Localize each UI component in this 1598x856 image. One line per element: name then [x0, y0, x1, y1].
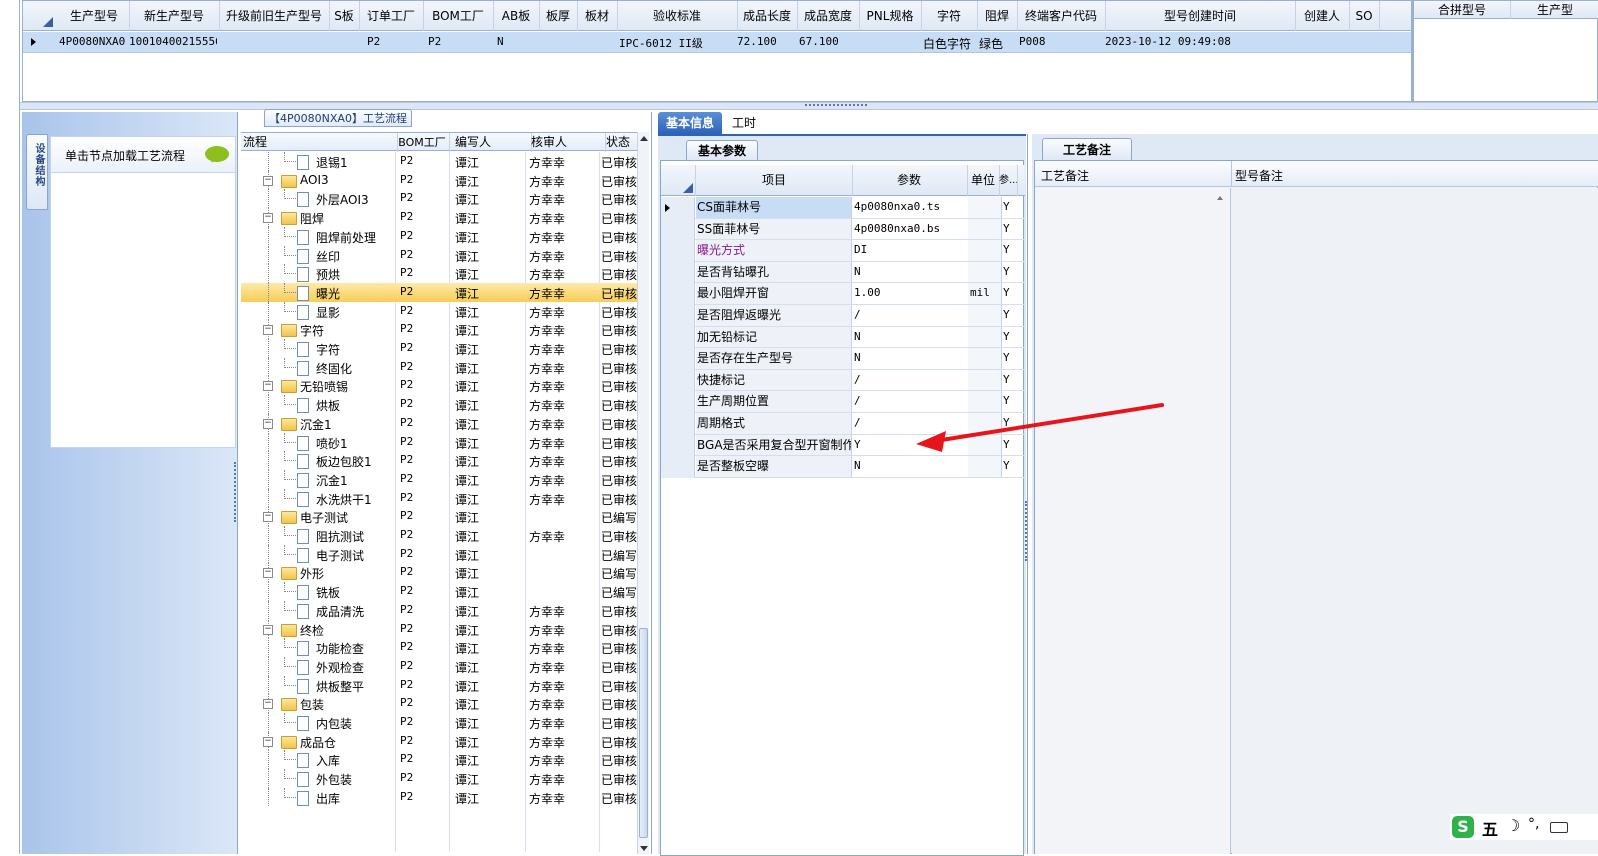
red-arrow-annotation	[916, 403, 1164, 452]
punctuation-icon[interactable]: °,	[1528, 816, 1539, 832]
sogou-logo-icon: S	[1452, 816, 1474, 838]
keyboard-icon[interactable]	[1550, 822, 1568, 833]
ime-toolbar[interactable]: S 五 ☽ °,	[1450, 814, 1598, 840]
moon-icon[interactable]: ☽	[1506, 816, 1520, 835]
ime-mode-text[interactable]: 五	[1482, 816, 1498, 840]
